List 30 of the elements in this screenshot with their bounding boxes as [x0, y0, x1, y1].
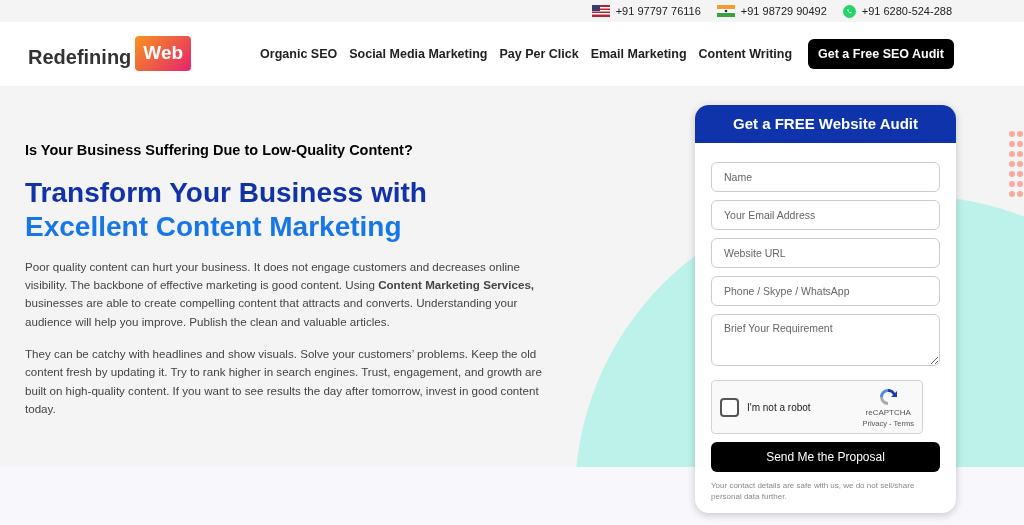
form-header: Get a FREE Website Audit [695, 105, 956, 143]
requirement-field[interactable]: Brief Your Requirement [711, 314, 940, 366]
phone-number[interactable]: +91 98729 90492 [740, 2, 827, 20]
hero-title: Transform Your Business with [25, 175, 428, 210]
flag-icon [716, 5, 735, 17]
seo-audit-button[interactable]: Get a Free SEO Audit [808, 38, 954, 70]
nav-link[interactable]: Content Writing [698, 44, 793, 64]
phone-number[interactable]: +91 97797 76116 [615, 2, 701, 20]
dot-pattern-drawing [1008, 130, 1024, 200]
nav-link[interactable]: Email Marketing [590, 44, 687, 64]
nav-link[interactable]: Pay Per Click [499, 44, 579, 64]
nav-link[interactable]: Social Media Marketing [349, 44, 488, 64]
body-paragraph: Poor quality content can hurt your business. It does not engage customers and decreases online visibility. The backbone of effective marketing is good content. Using Content Marketing Services, businesses are able to create compelling content that attracts and converts. Understanding your audience will help you improve. Publish the clean and valuable articles. [25, 258, 536, 330]
send-proposal-button[interactable]: Send Me the Proposal [711, 442, 940, 472]
kicker-heading: Is Your Business Suffering Due to Low-Quality Content? [25, 141, 414, 160]
text-field[interactable]: Phone / Skype / WhatsApp [711, 276, 940, 306]
captcha-brand: reCAPTCHA [865, 406, 911, 419]
text-field[interactable]: Website URL [711, 238, 940, 268]
text-field[interactable]: Name [711, 162, 940, 192]
privacy-note: Your contact details are safe with us, we do not sell/share personal data further. [711, 480, 916, 502]
flag-icon [591, 5, 610, 17]
captcha-logo-icon [877, 386, 900, 407]
captcha-checkbox[interactable] [720, 397, 739, 417]
phone-number[interactable]: +91 6280-524-288 [861, 2, 952, 20]
nav-link[interactable]: Organic SEO [260, 44, 338, 64]
logo-text[interactable]: Redefining [28, 42, 132, 72]
body-paragraph: They can be catchy with headlines and show visuals. Solve your customers’ problems. Keep the old content fresh by updating it. Try to rank higher in search engines. Trust, engagement, and growth are built on high-quality content. If you want to see results the day after tomorrow, invest in good content today. [25, 345, 543, 417]
hero-title: Excellent Content Marketing [25, 209, 403, 244]
captcha-label: I'm not a robot [747, 400, 811, 415]
text-field[interactable]: Your Email Address [711, 200, 940, 230]
